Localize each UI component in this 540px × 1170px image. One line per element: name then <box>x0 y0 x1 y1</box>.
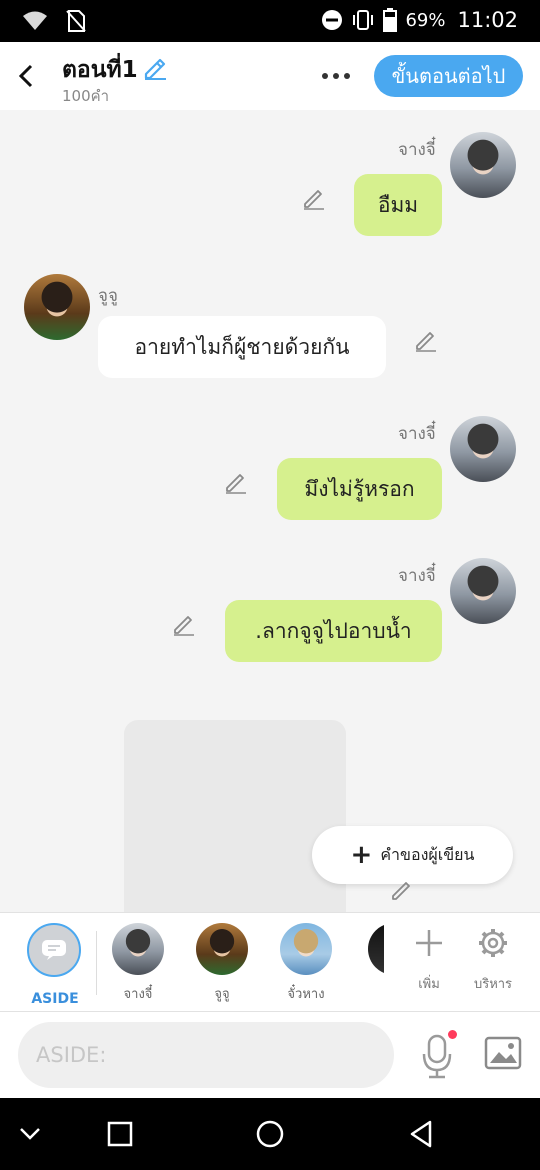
insert-image-button[interactable] <box>484 1036 522 1070</box>
aside-label: ASIDE <box>31 991 79 1007</box>
more-options-button[interactable] <box>316 64 356 88</box>
message-bubble[interactable]: อายทำไมก็ผู้ชายด้วยกัน <box>98 316 386 378</box>
add-author-note-button[interactable]: + คำของผู้เขียน <box>312 826 513 884</box>
do-not-disturb-icon <box>322 10 343 30</box>
wifi-icon <box>23 11 47 30</box>
notification-dot <box>448 1030 457 1039</box>
character-item[interactable]: จูจู <box>189 923 255 1009</box>
chevron-left-icon <box>18 64 33 88</box>
editor-header: ตอนที่1 100คำ ขั้นตอนต่อไป <box>0 42 540 110</box>
pencil-icon <box>304 190 324 210</box>
character-name: จูจู <box>214 987 230 1002</box>
word-count: 100คำ <box>62 87 110 105</box>
triangle-back-icon <box>410 1120 432 1148</box>
image-placeholder <box>124 720 346 912</box>
input-bar <box>0 1012 540 1098</box>
battery-percent: 69% <box>405 9 446 31</box>
no-sim-icon <box>66 10 86 32</box>
battery-icon <box>383 8 398 32</box>
chevron-down-icon <box>20 1128 40 1140</box>
chat-bubble-icon <box>42 940 66 960</box>
edit-message-button[interactable] <box>414 328 438 352</box>
pencil-icon <box>416 332 436 352</box>
next-step-button[interactable]: ขั้นตอนต่อไป <box>374 55 523 97</box>
character-selector: ASIDE จางจี๋ จูจู จั๋วหาง เพิ่ม บริหาร <box>0 912 540 1020</box>
avatar <box>112 923 164 975</box>
message-sender: จางจี๋ <box>398 140 436 160</box>
episode-title[interactable]: ตอนที่1 <box>62 52 138 88</box>
manage-label: บริหาร <box>473 977 513 992</box>
character-name: จางจี๋ <box>123 987 153 1002</box>
message-bubble[interactable]: มึงไม่รู้หรอก <box>277 458 442 520</box>
edit-title-button[interactable] <box>142 54 168 84</box>
recents-button[interactable] <box>102 1116 138 1152</box>
pencil-icon <box>392 882 410 900</box>
avatar <box>368 923 384 975</box>
edit-message-button[interactable] <box>302 186 326 210</box>
chat-area[interactable]: จางจี๋ อืมม จูจู อายทำไมก็ผู้ชายด้วยกัน … <box>0 110 540 912</box>
edit-message-button[interactable] <box>224 470 248 494</box>
edit-message-button[interactable] <box>390 878 414 902</box>
avatar[interactable] <box>24 274 90 340</box>
status-bar: 69% 11:02 <box>0 0 540 42</box>
pencil-icon <box>174 616 194 636</box>
message-sender: จางจี๋ <box>398 424 436 444</box>
pencil-icon <box>144 58 166 80</box>
avatar[interactable] <box>450 132 516 198</box>
back-nav-button[interactable] <box>403 1116 439 1152</box>
message-sender: จางจี๋ <box>398 566 436 586</box>
add-label: เพิ่ม <box>418 977 440 992</box>
circle-icon <box>256 1120 284 1148</box>
plus-icon <box>416 930 442 956</box>
avatar[interactable] <box>450 416 516 482</box>
system-nav-bar <box>0 1098 540 1170</box>
character-item[interactable]: จางจี๋ <box>105 923 171 1009</box>
clock: 11:02 <box>457 8 518 32</box>
gear-icon <box>479 929 507 957</box>
image-icon <box>484 1036 522 1070</box>
avatar[interactable] <box>450 558 516 624</box>
vibrate-icon <box>353 10 374 30</box>
message-input[interactable] <box>18 1022 394 1088</box>
character-item[interactable] <box>352 923 384 1009</box>
dot-icon <box>344 73 350 79</box>
edit-message-button[interactable] <box>172 612 196 636</box>
plus-icon: + <box>350 840 373 870</box>
dot-icon <box>322 73 328 79</box>
pencil-icon <box>226 474 246 494</box>
avatar <box>280 923 332 975</box>
hide-nav-button[interactable] <box>12 1116 48 1152</box>
manage-characters-button[interactable]: บริหาร <box>463 927 523 1007</box>
message-sender: จูจู <box>98 286 118 306</box>
aside-avatar <box>27 923 81 977</box>
character-item[interactable]: จั๋วหาง <box>273 923 339 1009</box>
square-icon <box>107 1121 133 1147</box>
dot-icon <box>333 73 339 79</box>
message-bubble[interactable]: อืมม <box>354 174 442 236</box>
aside-tab[interactable]: ASIDE <box>22 921 88 1020</box>
avatar <box>196 923 248 975</box>
home-button[interactable] <box>252 1116 288 1152</box>
character-name: จั๋วหาง <box>287 987 325 1002</box>
divider <box>96 931 97 995</box>
add-character-button[interactable]: เพิ่ม <box>399 927 459 1007</box>
back-button[interactable] <box>12 60 40 92</box>
message-bubble[interactable]: .ลากจูจูไปอาบน้ำ <box>225 600 442 662</box>
author-note-label: คำของผู้เขียน <box>380 844 475 864</box>
voice-input-button[interactable] <box>418 1030 458 1080</box>
